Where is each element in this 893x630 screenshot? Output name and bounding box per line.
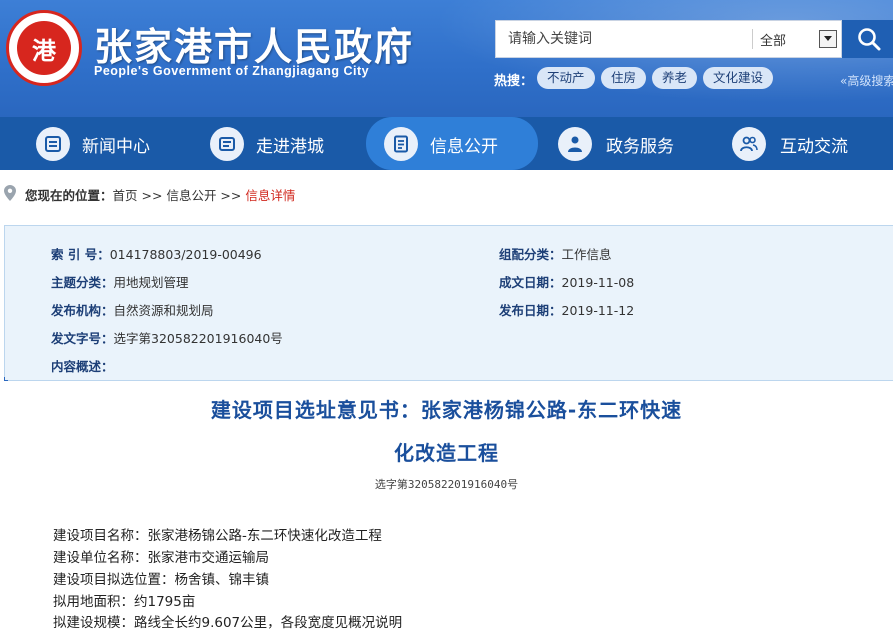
info-docnum-value: 选字第320582201916040号 xyxy=(113,331,283,346)
info-index-key: 索 引 号： xyxy=(51,247,110,262)
people-icon xyxy=(732,127,766,161)
article-title-line2: 化改造工程 xyxy=(394,441,499,465)
chevron-down-icon[interactable] xyxy=(819,30,837,48)
info-theme-value: 用地规划管理 xyxy=(113,275,189,290)
site-title: 张家港市人民政府 xyxy=(94,24,415,69)
info-publisher-row: 发布机构：自然资源和规划局 xyxy=(51,300,214,319)
info-created-value: 2019-11-08 xyxy=(561,275,635,290)
panel-corner-mark xyxy=(4,377,8,381)
nav-label-services: 政务服务 xyxy=(606,137,674,157)
info-created-key: 成文日期： xyxy=(499,275,562,290)
article-line-location: 建设项目拟选位置：杨舍镇、锦丰镇 xyxy=(53,572,269,588)
site-logo[interactable]: 港 xyxy=(6,10,82,86)
info-summary-row: 内容概述： xyxy=(51,356,114,375)
nav-label-interaction: 互动交流 xyxy=(780,137,848,157)
info-created-row: 成文日期：2019-11-08 xyxy=(499,272,634,291)
service-person-icon xyxy=(558,127,592,161)
hot-tag-housing[interactable]: 住房 xyxy=(601,67,647,89)
hot-tag-elderly-care[interactable]: 养老 xyxy=(652,67,698,89)
article-line-land-area: 拟用地面积：约1795亩 xyxy=(53,594,196,610)
news-icon xyxy=(36,127,70,161)
city-icon xyxy=(210,127,244,161)
article-title-line1: 建设项目选址意见书：张家港杨锦公路-东二环快速 xyxy=(210,398,683,422)
location-pin-icon xyxy=(4,185,16,201)
nav-item-interaction[interactable]: 互动交流 xyxy=(720,117,880,170)
info-group-key: 组配分类： xyxy=(499,247,562,262)
search-scope-select[interactable]: 全部 xyxy=(760,30,786,49)
logo-emblem: 港 xyxy=(17,21,71,75)
document-info-panel: 索 引 号：014178803/2019-00496 组配分类：工作信息 主题分… xyxy=(4,225,893,381)
breadcrumb-current: 信息详情 xyxy=(245,188,296,203)
info-published-key: 发布日期： xyxy=(499,303,562,318)
breadcrumb-home-link[interactable]: 首页 xyxy=(113,188,138,203)
info-publisher-value: 自然资源和规划局 xyxy=(113,303,214,318)
logo-glyph: 港 xyxy=(32,37,56,65)
info-summary-key: 内容概述： xyxy=(51,359,114,374)
site-header: 港 张家港市人民政府 People's Government of Zhangj… xyxy=(0,0,893,117)
info-docnum-row: 发文字号：选字第320582201916040号 xyxy=(51,328,283,347)
hot-tag-culture[interactable]: 文化建设 xyxy=(703,67,774,89)
info-theme-row: 主题分类：用地规划管理 xyxy=(51,272,189,291)
info-published-row: 发布日期：2019-11-12 xyxy=(499,300,634,319)
info-published-value: 2019-11-12 xyxy=(561,303,635,318)
search-button[interactable] xyxy=(842,20,893,58)
article-doc-number: 选字第320582201916040号 xyxy=(374,478,519,491)
hot-search-label: 热搜： xyxy=(494,74,534,89)
breadcrumb-section-link[interactable]: 信息公开 xyxy=(166,188,216,203)
search-icon xyxy=(858,28,881,51)
info-theme-key: 主题分类： xyxy=(51,275,114,290)
header-decoration xyxy=(373,0,893,117)
info-group-row: 组配分类：工作信息 xyxy=(499,244,612,263)
breadcrumb-label: 您现在的位置： xyxy=(25,188,113,203)
info-publisher-key: 发布机构： xyxy=(51,303,114,318)
article-line-builder: 建设单位名称：张家港市交通运输局 xyxy=(53,550,269,566)
article-line-project-name: 建设项目名称：张家港杨锦公路-东二环快速化改造工程 xyxy=(53,528,382,544)
search-divider xyxy=(752,29,753,49)
nav-label-news: 新闻中心 xyxy=(82,137,150,157)
main-nav: 新闻中心 走进港城 信息公开 政务服务 互动交流 xyxy=(0,117,893,170)
document-icon xyxy=(384,127,418,161)
nav-item-news[interactable]: 新闻中心 xyxy=(22,117,182,170)
nav-label-info-disclosure: 信息公开 xyxy=(430,137,498,157)
search-input[interactable] xyxy=(496,21,754,57)
advanced-search-link[interactable]: «高级搜索 xyxy=(840,72,893,89)
info-index-value: 014178803/2019-00496 xyxy=(109,247,262,262)
breadcrumb-text: 您现在的位置：首页 >> 信息公开 >> 信息详情 xyxy=(25,185,295,204)
info-index-row: 索 引 号：014178803/2019-00496 xyxy=(51,244,262,263)
site-subtitle: People's Government of Zhangjiagang City xyxy=(94,64,370,78)
nav-item-info-disclosure[interactable]: 信息公开 xyxy=(366,117,538,170)
breadcrumb-separator: >> xyxy=(216,188,246,203)
search-box: 全部 xyxy=(495,20,842,58)
hot-tag-real-estate[interactable]: 不动产 xyxy=(537,67,595,89)
nav-item-city[interactable]: 走进港城 xyxy=(196,117,356,170)
nav-label-city: 走进港城 xyxy=(256,137,324,157)
article-line-scale: 拟建设规模：路线全长约9.607公里，各段宽度见概况说明 xyxy=(53,615,403,630)
info-group-value: 工作信息 xyxy=(561,247,612,262)
breadcrumb-separator: >> xyxy=(137,188,167,203)
nav-item-services[interactable]: 政务服务 xyxy=(546,117,706,170)
info-docnum-key: 发文字号： xyxy=(51,331,114,346)
